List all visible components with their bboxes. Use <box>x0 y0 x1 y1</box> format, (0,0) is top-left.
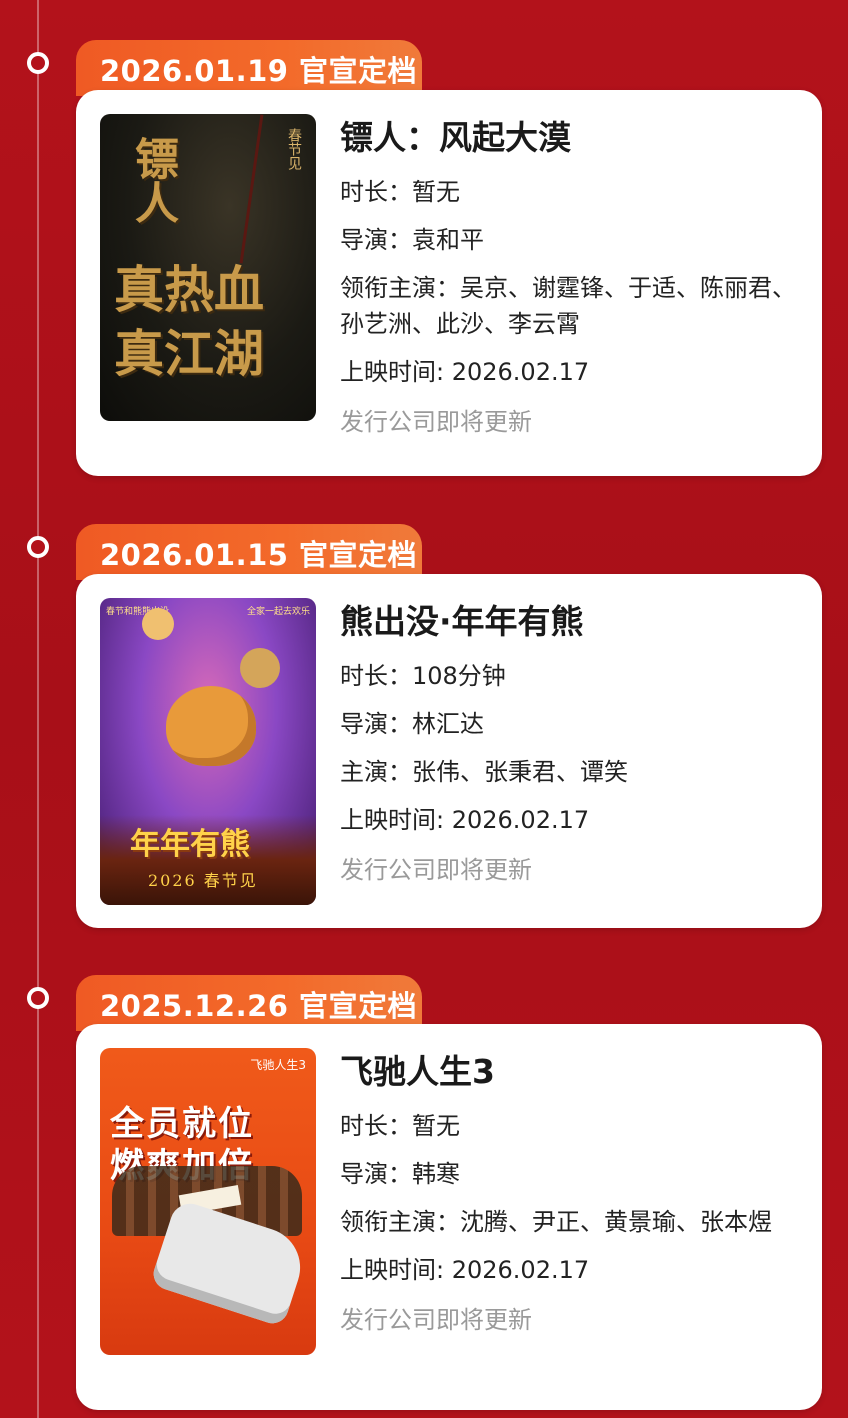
movie-info: 镖人：风起大漠 时长：暂无 导演：袁和平 领衔主演：吴京、谢霆锋、于适、陈丽君、… <box>340 116 800 440</box>
character-figure <box>142 608 174 640</box>
movie-card[interactable]: 飞驰人生3 全员就位 燃爽加倍 飞驰人生3 时长：暂无 导演：韩寒 领衔主演：沈… <box>76 1024 822 1410</box>
character-figure <box>240 648 280 688</box>
movie-poster[interactable]: 春节见 镖人 真热血 真江湖 <box>100 114 316 421</box>
movie-release-date: 上映时间: 2026.02.17 <box>340 1256 590 1284</box>
poster-corner-text: 春节见 <box>286 128 302 170</box>
movie-card[interactable]: 春节和熊熊出没 全家一起去欢乐 年年有熊 2026 春节见 熊出没·年年有熊 时… <box>76 574 822 928</box>
movie-card[interactable]: 春节见 镖人 真热血 真江湖 镖人：风起大漠 时长：暂无 导演：袁和平 领衔主演… <box>76 90 822 476</box>
poster-title-text: 镖人 <box>127 136 178 224</box>
movie-director: 导演：韩寒 <box>340 1160 460 1188</box>
movie-poster[interactable]: 飞驰人生3 全员就位 燃爽加倍 <box>100 1048 316 1355</box>
release-date-tab: 2025.12.26 官宣定档 <box>76 975 422 1031</box>
movie-distributor: 发行公司即将更新 <box>340 408 532 436</box>
poster-corner-text: 飞驰人生3 <box>250 1058 306 1072</box>
bear-character <box>166 686 256 766</box>
timeline-dot <box>27 987 49 1009</box>
movie-duration: 时长：108分钟 <box>340 662 506 690</box>
movie-poster[interactable]: 春节和熊熊出没 全家一起去欢乐 年年有熊 2026 春节见 <box>100 598 316 905</box>
movie-distributor: 发行公司即将更新 <box>340 856 532 884</box>
movie-director: 导演：林汇达 <box>340 710 484 738</box>
movie-info: 熊出没·年年有熊 时长：108分钟 导演：林汇达 主演：张伟、张秉君、谭笑 上映… <box>340 600 800 888</box>
timeline-line <box>37 0 39 1418</box>
page: 2026.01.19 官宣定档 春节见 镖人 真热血 真江湖 镖人：风起大漠 时… <box>0 0 848 1418</box>
poster-logo: 年年有熊 <box>130 827 250 862</box>
movie-release-date: 上映时间: 2026.02.17 <box>340 358 590 386</box>
release-date-tab: 2026.01.15 官宣定档 <box>76 524 422 580</box>
timeline-dot <box>27 536 49 558</box>
movie-release-date: 上映时间: 2026.02.17 <box>340 806 590 834</box>
movie-info: 飞驰人生3 时长：暂无 导演：韩寒 领衔主演：沈腾、尹正、黄景瑜、张本煜 上映时… <box>340 1050 800 1338</box>
movie-distributor: 发行公司即将更新 <box>340 1306 532 1334</box>
movie-duration: 时长：暂无 <box>340 1112 460 1140</box>
timeline-dot <box>27 52 49 74</box>
movie-director: 导演：袁和平 <box>340 226 484 254</box>
poster-tag-right: 全家一起去欢乐 <box>246 607 310 617</box>
poster-year: 2026 春节见 <box>148 871 258 890</box>
movie-cast: 主演：张伟、张秉君、谭笑 <box>340 758 628 786</box>
poster-slogan-line1: 真热血 <box>114 260 264 319</box>
movie-title[interactable]: 飞驰人生3 <box>340 1050 800 1100</box>
movie-cast: 领衔主演：沈腾、尹正、黄景瑜、张本煜 <box>340 1208 772 1236</box>
movie-title[interactable]: 熊出没·年年有熊 <box>340 600 800 650</box>
movie-cast: 领衔主演：吴京、谢霆锋、于适、陈丽君、孙艺洲、此沙、李云霄 <box>340 274 796 338</box>
poster-crack <box>239 114 264 264</box>
movie-title[interactable]: 镖人：风起大漠 <box>340 116 800 166</box>
poster-slogan-line2: 真江湖 <box>114 324 264 383</box>
release-date-tab: 2026.01.19 官宣定档 <box>76 40 422 96</box>
movie-duration: 时长：暂无 <box>340 178 460 206</box>
